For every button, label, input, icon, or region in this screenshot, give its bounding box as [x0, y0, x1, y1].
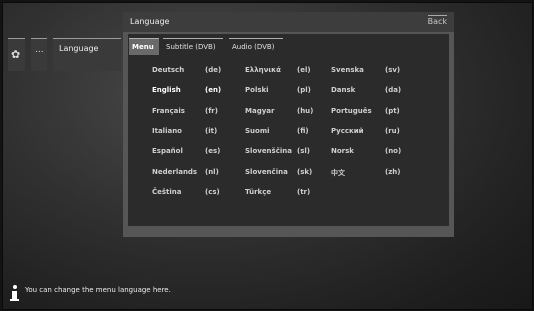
breadcrumb-label: Language: [59, 44, 99, 53]
language-name: Suomi: [245, 126, 270, 135]
language-option-pt[interactable]: Português (pt): [331, 106, 400, 115]
breadcrumb-language[interactable]: Language: [53, 38, 121, 71]
language-option-es[interactable]: Español (es): [152, 147, 220, 156]
language-name: Čeština: [152, 187, 182, 196]
language-name: Português: [331, 106, 372, 115]
language-code: (ru): [385, 126, 400, 135]
panel-title: Language: [130, 17, 170, 26]
language-option-sv[interactable]: Svenska (sv): [331, 66, 400, 74]
language-option-cs[interactable]: Čeština (cs): [152, 187, 220, 196]
info-text: You can change the menu language here.: [25, 286, 171, 294]
language-code: (pt): [385, 106, 400, 115]
language-name: Polski: [245, 86, 269, 95]
language-option-tr[interactable]: Türkçe (tr): [245, 187, 310, 196]
language-option-fi[interactable]: Suomi (fi): [245, 126, 309, 135]
language-code: (de): [205, 66, 222, 74]
language-option-da[interactable]: Dansk (da): [331, 86, 401, 95]
language-option-nl[interactable]: Nederlands (nl): [152, 167, 219, 176]
breadcrumb-ellipsis[interactable]: ...: [31, 38, 47, 71]
language-option-no[interactable]: Norsk (no): [331, 147, 401, 156]
language-option-sl[interactable]: Slovenščina (sl): [245, 147, 310, 156]
info-icon: [10, 285, 20, 301]
language-code: (en): [205, 86, 222, 95]
language-panel: Language Back Menu Subtitle (DVB) Audio …: [123, 12, 454, 237]
language-option-fr[interactable]: Français (fr): [152, 106, 218, 115]
language-name: 中文: [331, 168, 345, 177]
language-name: Dansk: [331, 86, 356, 95]
language-option-el[interactable]: Ελληνικά (el): [245, 66, 311, 74]
language-code: (it): [205, 126, 218, 135]
language-code: (cs): [205, 187, 220, 196]
language-name: Nederlands: [152, 167, 198, 176]
language-option-it[interactable]: Italiano (it): [152, 126, 217, 135]
breadcrumb-dots: ...: [35, 45, 44, 55]
language-name: Italiano: [152, 126, 182, 135]
language-option-sk[interactable]: Slovenčina (sk): [245, 167, 312, 176]
language-name: Deutsch: [152, 66, 185, 74]
language-name: English: [152, 86, 181, 95]
tab-audio[interactable]: Audio (DVB): [229, 38, 283, 55]
language-code: (hu): [297, 106, 314, 115]
language-code: (no): [385, 147, 402, 156]
language-code: (sv): [385, 66, 401, 74]
language-name: Ελληνικά: [245, 66, 281, 74]
language-code: (fr): [205, 106, 218, 115]
language-name: Русский: [331, 126, 364, 135]
language-name: Norsk: [331, 147, 354, 156]
language-option-hu[interactable]: Magyar (hu): [245, 106, 313, 115]
language-option-de[interactable]: Deutsch (de): [152, 66, 221, 74]
language-option-zh[interactable]: 中文 (zh): [331, 168, 400, 178]
panel-title-bar: Language Back: [123, 12, 454, 32]
language-code: (es): [205, 147, 221, 156]
language-name: Español: [152, 147, 183, 156]
language-option-ru[interactable]: Русский (ru): [331, 126, 400, 135]
tab-subtitle[interactable]: Subtitle (DVB): [163, 38, 223, 55]
gear-icon: ✿: [11, 48, 21, 61]
language-option-en[interactable]: English (en): [152, 86, 221, 95]
language-code: (da): [385, 86, 402, 95]
language-name: Svenska: [331, 66, 364, 74]
language-code: (zh): [385, 167, 401, 176]
language-name: Slovenčina: [245, 167, 288, 176]
language-name: Français: [152, 106, 185, 115]
language-code: (sl): [297, 147, 310, 156]
language-code: (fi): [297, 126, 309, 135]
language-code: (tr): [297, 187, 311, 196]
back-button[interactable]: Back: [427, 15, 447, 26]
language-code: (nl): [205, 167, 219, 176]
tab-menu[interactable]: Menu: [129, 38, 159, 55]
language-name: Magyar: [245, 106, 275, 115]
language-option-pl[interactable]: Polski (pl): [245, 86, 311, 95]
language-code: (sk): [297, 167, 313, 176]
language-code: (el): [297, 66, 311, 74]
language-name: Türkçe: [245, 187, 272, 196]
breadcrumb-settings[interactable]: ✿: [8, 38, 25, 71]
language-name: Slovenščina: [245, 147, 292, 156]
language-code: (pl): [297, 86, 311, 95]
